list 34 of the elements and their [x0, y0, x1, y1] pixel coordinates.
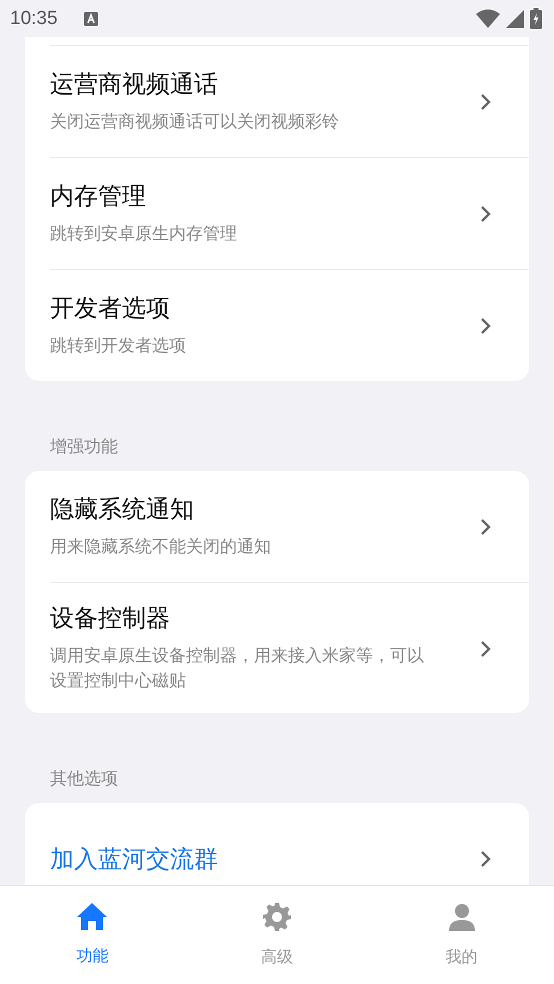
chevron-right-icon [480, 518, 492, 536]
settings-item[interactable]: 隐藏系统通知 用来隐藏系统不能关闭的通知 [50, 471, 529, 582]
item-description: 跳转到安卓原生内存管理 [50, 223, 238, 246]
section-header: 增强功能 [49, 436, 119, 459]
status-time: 10:35 [10, 8, 58, 30]
chevron-right-icon [480, 850, 492, 868]
nav-tab[interactable]: 功能 [0, 886, 185, 984]
chevron-right-icon [480, 93, 492, 111]
chevron-right-icon [480, 640, 492, 658]
signal-icon [506, 10, 524, 28]
item-title: 设备控制器 [50, 603, 171, 633]
settings-item[interactable]: 内存管理 跳转到安卓原生内存管理 [50, 157, 529, 269]
section-header: 其他选项 [49, 768, 119, 791]
item-title: 运营商视频通话 [50, 69, 219, 99]
notification-icon [84, 12, 98, 26]
item-description: 调用安卓原生设备控制器，用来接入米家等，可以设置控制中心磁贴 [50, 645, 425, 693]
gear-icon [263, 902, 291, 930]
person-icon [448, 902, 476, 930]
item-description: 用来隐藏系统不能关闭的通知 [50, 536, 272, 559]
home-icon [77, 903, 108, 930]
battery-icon [530, 8, 542, 29]
item-title: 内存管理 [50, 181, 147, 211]
wifi-icon [476, 9, 500, 28]
item-title: 开发者选项 [50, 293, 171, 323]
item-title: 隐藏系统通知 [50, 494, 195, 524]
item-description: 关闭运营商视频通话可以关闭视频彩铃 [50, 111, 340, 134]
settings-item[interactable]: 加入蓝河交流群 [50, 803, 529, 885]
settings-item[interactable]: 设备控制器 调用安卓原生设备控制器，用来接入米家等，可以设置控制中心磁贴 [50, 582, 529, 713]
chevron-right-icon [480, 205, 492, 223]
settings-item[interactable]: 运营商视频通话 关闭运营商视频通话可以关闭视频彩铃 [50, 45, 529, 157]
chevron-right-icon [480, 317, 492, 335]
settings-item[interactable]: 开发者选项 跳转到开发者选项 [50, 269, 529, 381]
link-title: 加入蓝河交流群 [50, 844, 219, 875]
item-description: 跳转到开发者选项 [50, 335, 187, 358]
